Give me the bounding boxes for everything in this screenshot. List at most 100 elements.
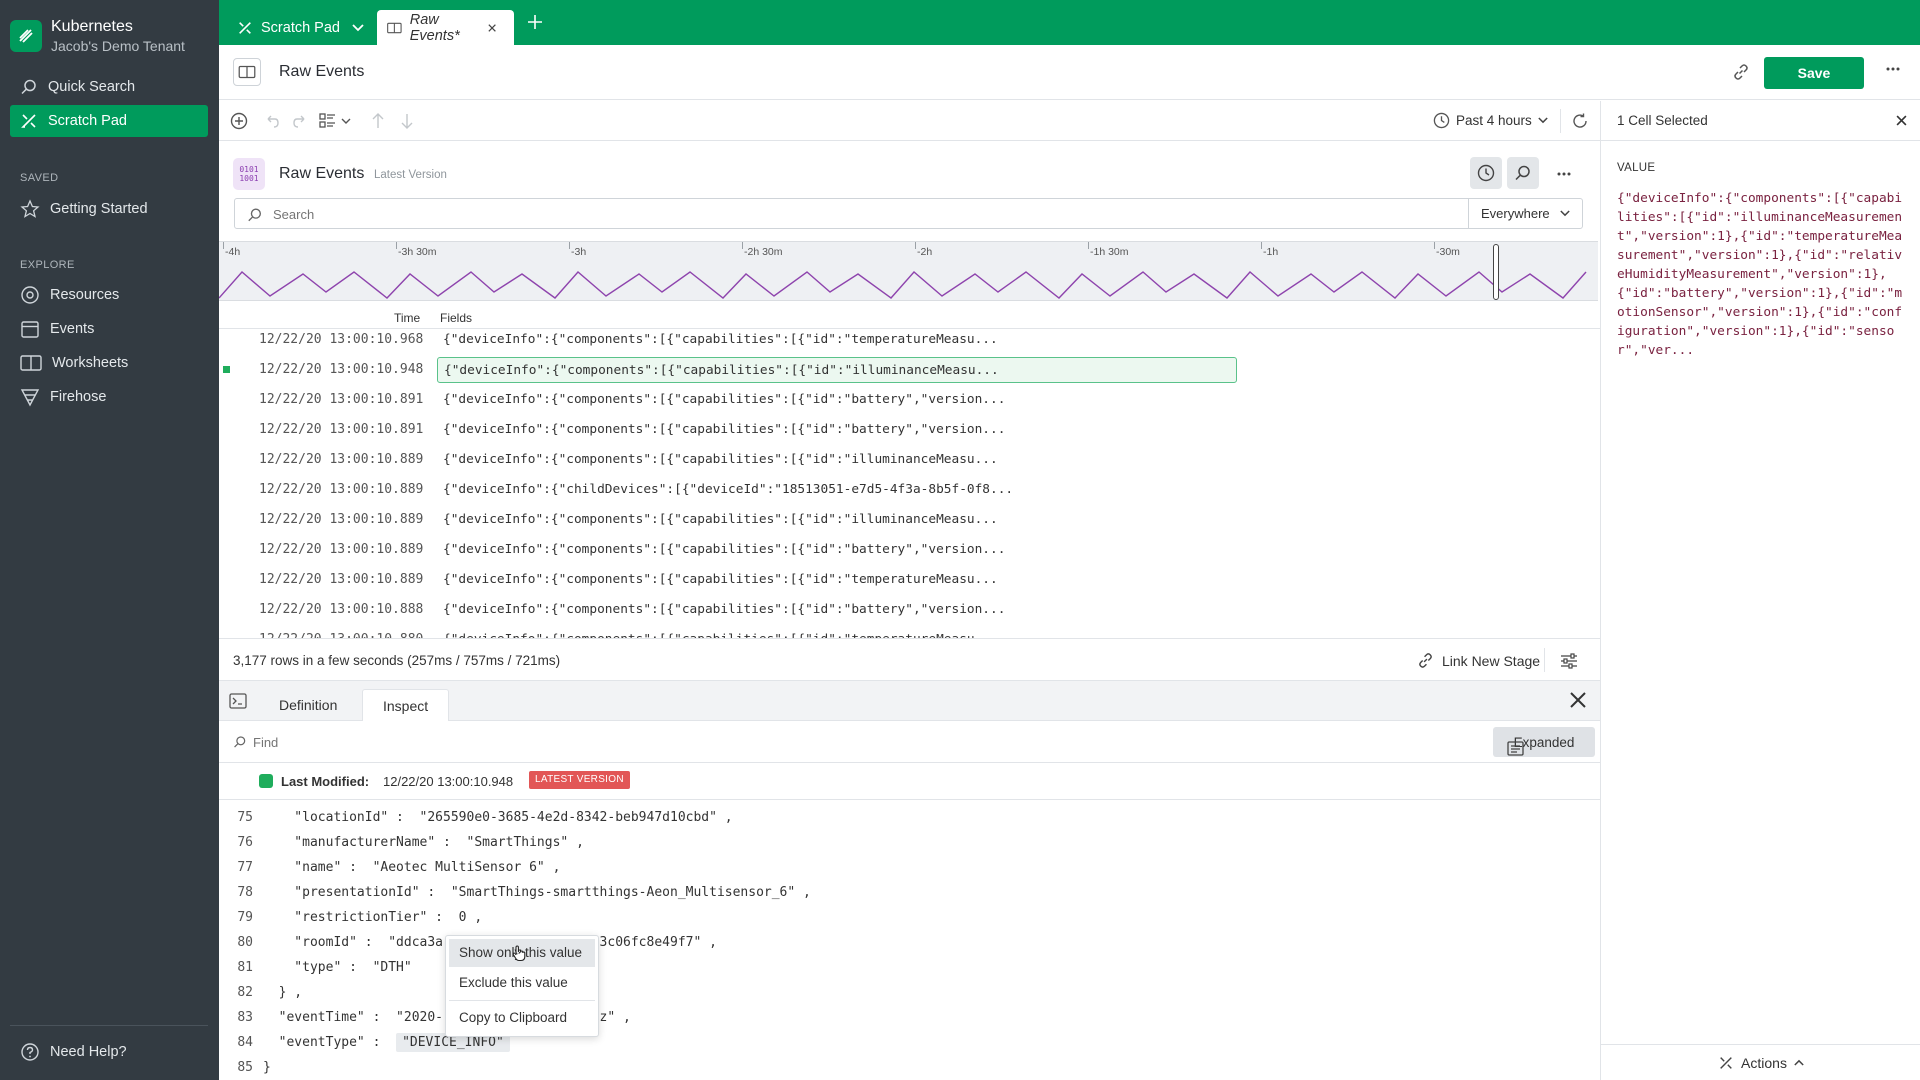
row-fields[interactable]: {"deviceInfo":{"components":[{"capabilit… [437, 567, 1237, 593]
last-modified-bar: Last Modified: 12/22/20 13:00:10.948 LAT… [219, 763, 1600, 800]
code-text[interactable]: "manufacturerName" : "SmartThings" , [263, 835, 584, 850]
move-up-icon[interactable] [370, 112, 386, 130]
add-stage-icon[interactable] [230, 112, 248, 130]
close-icon[interactable] [1569, 691, 1587, 709]
chevron-down-icon[interactable] [352, 23, 364, 32]
search-icon [248, 208, 261, 222]
actions-button[interactable]: Actions [1601, 1044, 1920, 1080]
row-time[interactable]: 12/22/20 13:00:10.968 [259, 332, 423, 347]
redo-icon[interactable] [291, 112, 309, 130]
nav-firehose[interactable]: Firehose [10, 381, 208, 413]
nav-need-help-label: Need Help? [50, 1044, 127, 1060]
row-time[interactable]: 12/22/20 13:00:10.889 [259, 512, 423, 527]
table-row[interactable]: 12/22/20 13:00:10.891 {"deviceInfo":{"com… [219, 385, 1600, 415]
event-timeline[interactable]: -4h -3h 30m -3h -2h 30m -2h -1h 30m -1h -30m [219, 241, 1598, 301]
layout-icon[interactable] [319, 112, 353, 130]
menu-copy-clipboard[interactable]: Copy to Clipboard [449, 1004, 595, 1032]
row-fields[interactable]: {"deviceInfo":{"components":[{"capabilit… [437, 447, 1237, 473]
link-icon[interactable] [1732, 63, 1750, 81]
search-scope-select[interactable]: Everywhere [1468, 199, 1582, 228]
sliders-icon[interactable] [1560, 653, 1578, 669]
row-time[interactable]: 12/22/20 13:00:10.891 [259, 422, 423, 437]
table-row[interactable]: 12/22/20 13:00:10.888 {"deviceInfo":{"com… [219, 595, 1600, 625]
table-row[interactable]: 12/22/20 13:00:10.889 {"deviceInfo":{"com… [219, 535, 1600, 565]
code-text[interactable]: } , [263, 985, 303, 1000]
tab-raw-events[interactable]: Raw Events* [377, 10, 514, 45]
column-header-fields[interactable]: Fields [440, 311, 472, 325]
row-time[interactable]: 12/22/20 13:00:10.948 [259, 362, 423, 377]
code-text[interactable]: "name" : "Aeotec MultiSensor 6" , [263, 860, 560, 875]
search-toggle-button[interactable] [1507, 157, 1539, 189]
time-range-picker[interactable]: Past 4 hours [1427, 112, 1554, 129]
save-button[interactable]: Save [1764, 57, 1864, 89]
star-icon [20, 199, 40, 218]
scratch-pad-icon [1720, 1056, 1732, 1069]
inspect-find-bar: Expanded [219, 721, 1600, 763]
find-input[interactable] [253, 732, 853, 752]
column-header-time[interactable]: Time [394, 311, 420, 325]
tab-inspect[interactable]: Inspect [362, 689, 450, 721]
row-fields[interactable]: {"deviceInfo":{"components":[{"capabilit… [437, 507, 1237, 533]
tab-definition[interactable]: Definition [259, 689, 357, 721]
nav-need-help[interactable]: Need Help? [10, 1036, 208, 1068]
table-row[interactable]: 12/22/20 13:00:10.948 {"deviceInfo":{"com… [219, 355, 1600, 385]
console-icon[interactable] [229, 693, 247, 709]
row-time[interactable]: 12/22/20 13:00:10.889 [259, 482, 423, 497]
code-text[interactable]: "eventType" : [263, 1035, 396, 1050]
row-time[interactable]: 12/22/20 13:00:10.888 [259, 602, 423, 617]
close-tab-icon[interactable] [488, 23, 496, 33]
expanded-toggle-button[interactable]: Expanded [1493, 727, 1595, 757]
row-time[interactable]: 12/22/20 13:00:10.889 [259, 452, 423, 467]
menu-exclude-value[interactable]: Exclude this value [449, 969, 595, 997]
brand[interactable]: Kubernetes Jacob's Demo Tenant [10, 18, 185, 54]
nav-events[interactable]: Events [10, 313, 208, 345]
code-line: 82 } , [219, 979, 1600, 1004]
tab-scratch-pad[interactable]: Scratch Pad [227, 10, 382, 45]
row-fields[interactable]: {"deviceInfo":{"components":[{"capabilit… [437, 597, 1237, 623]
firehose-icon [20, 389, 40, 407]
timeline-handle[interactable] [1493, 244, 1499, 300]
add-tab-icon[interactable] [526, 13, 544, 31]
nav-getting-started[interactable]: Getting Started [10, 193, 208, 225]
app-name: Kubernetes [51, 18, 133, 35]
row-time[interactable]: 12/22/20 13:00:10.889 [259, 572, 423, 587]
row-fields[interactable]: {"deviceInfo":{"components":[{"capabilit… [437, 357, 1237, 383]
stage-search: Everywhere [234, 198, 1583, 229]
code-text[interactable]: "restrictionTier" : 0 , [263, 910, 482, 925]
nav-quick-search[interactable]: Quick Search [10, 71, 208, 103]
nav-worksheets[interactable]: Worksheets [10, 347, 208, 379]
row-fields[interactable]: {"deviceInfo":{"components":[{"capabilit… [437, 417, 1237, 443]
table-row[interactable]: 12/22/20 13:00:10.889 {"deviceInfo":{"com… [219, 505, 1600, 535]
table-row[interactable]: 12/22/20 13:00:10.891 {"deviceInfo":{"com… [219, 415, 1600, 445]
clock-icon [1433, 112, 1450, 129]
refresh-icon[interactable] [1571, 112, 1589, 130]
row-fields[interactable]: {"deviceInfo":{"components":[{"capabilit… [437, 627, 1237, 638]
row-fields[interactable]: {"deviceInfo":{"components":[{"capabilit… [437, 537, 1237, 563]
row-fields[interactable]: {"deviceInfo":{"childDevices":[{"deviceI… [437, 477, 1237, 503]
code-line: 79 "restrictionTier" : 0 , [219, 904, 1600, 929]
table-row[interactable]: 12/22/20 13:00:10.889 {"deviceInfo":{"chi… [219, 475, 1600, 505]
table-row[interactable]: 12/22/20 13:00:10.880{"deviceInfo":{"com… [219, 625, 1600, 638]
row-time[interactable]: 12/22/20 13:00:10.889 [259, 542, 423, 557]
stage-more-icon[interactable] [1557, 172, 1571, 176]
nav-scratch-pad[interactable]: Scratch Pad [10, 105, 208, 137]
more-options-icon[interactable] [1886, 67, 1900, 71]
toggle-panel-button[interactable] [233, 58, 261, 86]
code-text[interactable]: } [263, 1060, 271, 1075]
code-text[interactable]: "type" : "DTH" [263, 960, 411, 975]
code-text[interactable]: "locationId" : "265590e0-3685-4e2d-8342-… [263, 810, 732, 825]
link-new-stage-button[interactable]: Link New Stage [1417, 652, 1540, 669]
history-button[interactable] [1470, 157, 1502, 189]
row-fields[interactable]: {"deviceInfo":{"components":[{"capabilit… [437, 327, 1237, 353]
close-icon[interactable] [1896, 115, 1907, 126]
nav-resources[interactable]: Resources [10, 279, 208, 311]
row-fields[interactable]: {"deviceInfo":{"components":[{"capabilit… [437, 387, 1237, 413]
move-down-icon[interactable] [399, 112, 415, 130]
table-row[interactable]: 12/22/20 13:00:10.968 {"deviceInfo":{"com… [219, 325, 1600, 355]
code-text[interactable]: "presentationId" : "SmartThings-smartthi… [263, 885, 811, 900]
undo-icon[interactable] [263, 112, 281, 130]
table-row[interactable]: 12/22/20 13:00:10.889 {"deviceInfo":{"com… [219, 445, 1600, 475]
row-time[interactable]: 12/22/20 13:00:10.891 [259, 392, 423, 407]
search-input[interactable] [273, 203, 1273, 225]
table-row[interactable]: 12/22/20 13:00:10.889 {"deviceInfo":{"com… [219, 565, 1600, 595]
